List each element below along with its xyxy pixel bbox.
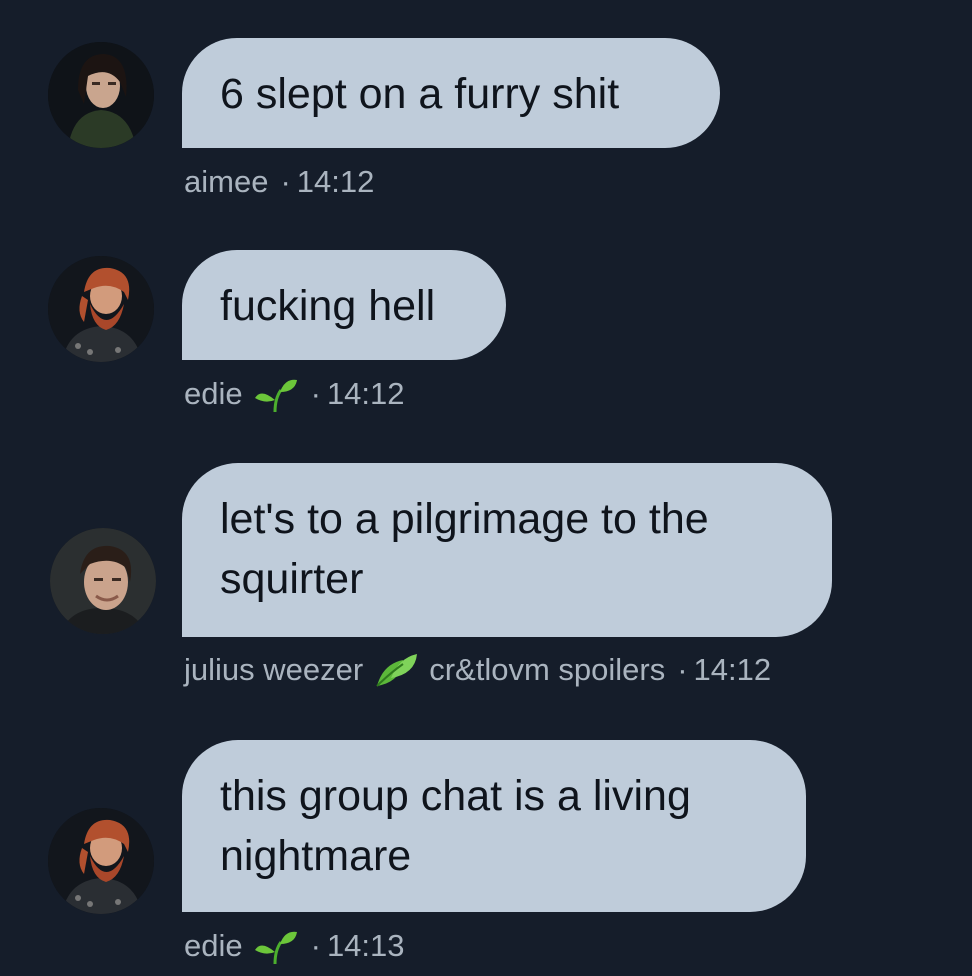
- avatar[interactable]: [48, 256, 154, 362]
- message-bubble[interactable]: let's to a pilgrimage to the squirter: [182, 463, 832, 637]
- message-meta: edie · 14:13: [184, 926, 405, 966]
- message-text: this group chat is a living nightmare: [220, 772, 691, 880]
- message-bubble[interactable]: this group chat is a living nightmare: [182, 740, 806, 912]
- separator-dot: ·: [310, 376, 321, 411]
- author-name[interactable]: edie: [184, 926, 243, 966]
- message-text: fucking hell: [220, 282, 436, 330]
- message-meta: julius weezer cr&tlovm spoilers · 14:12: [184, 650, 771, 690]
- avatar[interactable]: [50, 528, 156, 634]
- message-text: let's to a pilgrimage to the squirter: [220, 495, 709, 603]
- red-bearded-man-avatar: [48, 256, 154, 362]
- message-bubble[interactable]: 6 slept on a furry shit: [182, 38, 720, 148]
- separator-dot: ·: [310, 928, 321, 963]
- message-text: 6 slept on a furry shit: [220, 70, 620, 118]
- timestamp: 14:13: [326, 928, 405, 963]
- timestamp: 14:12: [693, 652, 772, 687]
- seedling-icon: [253, 926, 299, 966]
- leaves-icon: [373, 650, 419, 690]
- message-meta: edie · 14:12: [184, 374, 405, 414]
- author-name[interactable]: julius weezer: [184, 650, 363, 690]
- timestamp: 14:12: [296, 164, 375, 199]
- avatar[interactable]: [48, 808, 154, 914]
- smiling-man-avatar: [50, 528, 156, 634]
- dark-haired-man-avatar: [48, 42, 154, 148]
- separator-dot: ·: [677, 652, 688, 687]
- author-name[interactable]: edie: [184, 374, 243, 414]
- red-bearded-man-avatar: [48, 808, 154, 914]
- message-meta: aimee · 14:12: [184, 162, 374, 202]
- separator-dot: ·: [280, 164, 291, 199]
- timestamp: 14:12: [326, 376, 405, 411]
- subtitle-text: cr&tlovm spoilers: [429, 652, 666, 687]
- message-bubble[interactable]: fucking hell: [182, 250, 506, 360]
- avatar[interactable]: [48, 42, 154, 148]
- seedling-icon: [253, 374, 299, 414]
- author-name[interactable]: aimee: [184, 162, 268, 202]
